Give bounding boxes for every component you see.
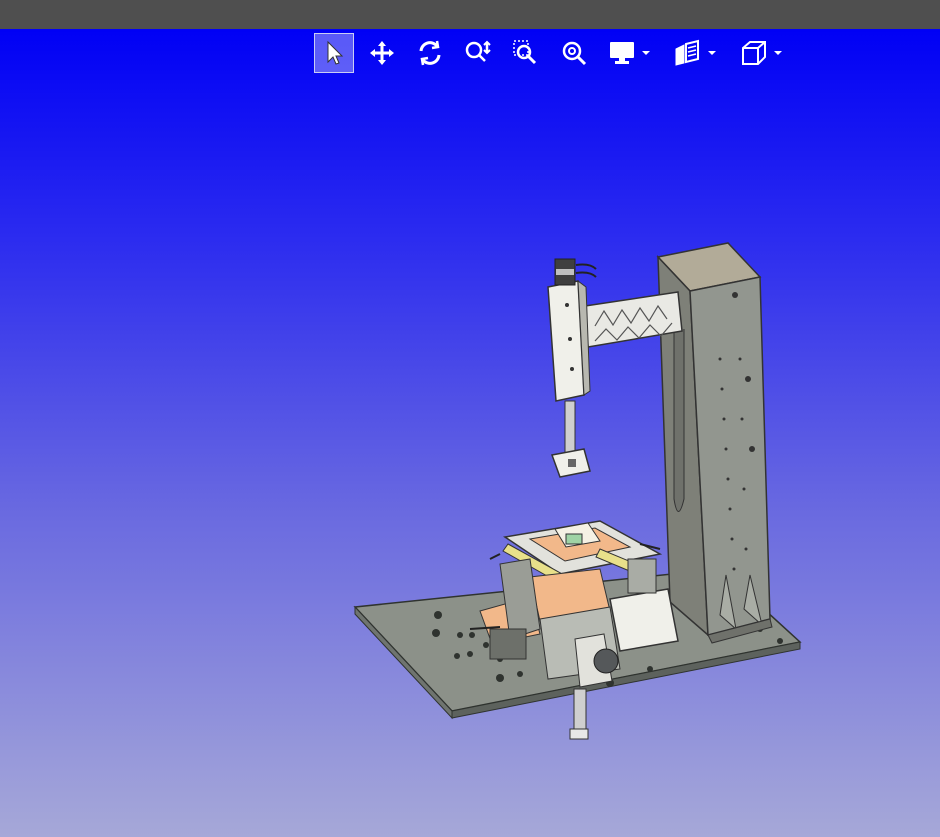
machine-assembly-model[interactable] <box>0 29 940 837</box>
3d-viewport[interactable] <box>0 29 940 837</box>
title-bar <box>0 0 940 29</box>
